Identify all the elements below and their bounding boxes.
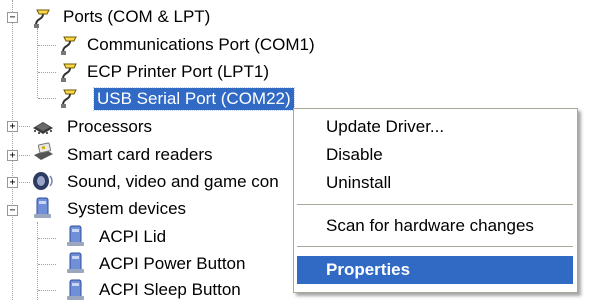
port-connector-icon [61, 63, 77, 82]
port-connector-icon [34, 9, 50, 28]
context-menu: Update Driver... Disable Uninstall Scan … [293, 108, 578, 293]
ports-label: Ports (COM & LPT) [63, 6, 211, 26]
tree-item-smart-card[interactable]: Smart card readers [64, 141, 216, 168]
menu-item-scan-hardware[interactable]: Scan for hardware changes [297, 212, 573, 240]
properties-label: Properties [326, 260, 411, 279]
tree-item-acpi-sleep-button[interactable]: ACPI Sleep Button [96, 276, 244, 303]
menu-item-properties[interactable]: Properties [297, 256, 573, 284]
tree-item-lpt1[interactable]: ECP Printer Port (LPT1) [84, 58, 272, 85]
tree-item-system-devices[interactable]: System devices [64, 195, 189, 222]
tree-branch [38, 45, 56, 46]
menu-separator [297, 204, 573, 205]
computer-device-icon [67, 279, 84, 300]
tree-item-ports[interactable]: Ports (COM & LPT) [60, 3, 213, 30]
acpi-power-label: ACPI Power Button [99, 253, 246, 273]
acpi-sleep-label: ACPI Sleep Button [99, 279, 241, 299]
port-connector-icon [61, 89, 77, 108]
expand-processors-button[interactable]: + [7, 121, 18, 132]
tree-item-sound[interactable]: Sound, video and game con [64, 168, 282, 195]
tree-item-acpi-power-button[interactable]: ACPI Power Button [96, 250, 248, 277]
tree-branch [38, 264, 56, 265]
tree-line-system [37, 222, 38, 300]
menu-item-disable[interactable]: Disable [297, 141, 573, 169]
processors-label: Processors [67, 116, 153, 136]
smart-card-label: Smart card readers [67, 144, 213, 164]
port-connector-icon [61, 36, 77, 55]
scan-label: Scan for hardware changes [326, 216, 534, 235]
menu-item-uninstall[interactable]: Uninstall [297, 169, 573, 197]
expand-sound-button[interactable]: + [7, 177, 18, 188]
expand-smart-card-button[interactable]: + [7, 150, 18, 161]
tree-item-com1[interactable]: Communications Port (COM1) [84, 31, 318, 58]
com1-label: Communications Port (COM1) [87, 34, 315, 54]
lpt1-label: ECP Printer Port (LPT1) [87, 61, 270, 81]
tree-branch [38, 98, 56, 99]
disable-label: Disable [326, 145, 383, 164]
smart-card-reader-icon [34, 142, 53, 160]
computer-device-icon [34, 197, 51, 218]
usb-serial-label: USB Serial Port (COM22) [93, 86, 295, 111]
tree-line-ports [37, 28, 38, 98]
computer-device-icon [67, 225, 84, 246]
computer-device-icon [67, 252, 84, 273]
processor-chip-icon [33, 122, 53, 134]
tree-item-usb-serial[interactable]: USB Serial Port (COM22) [93, 85, 295, 112]
acpi-lid-label: ACPI Lid [99, 226, 167, 246]
sound-label: Sound, video and game con [67, 171, 279, 191]
collapse-system-devices-button[interactable]: − [7, 205, 18, 216]
tree-branch [38, 72, 56, 73]
system-devices-label: System devices [67, 198, 187, 218]
update-driver-label: Update Driver... [326, 117, 445, 136]
menu-item-update-driver[interactable]: Update Driver... [297, 113, 573, 141]
menu-separator [297, 246, 573, 247]
uninstall-label: Uninstall [326, 173, 392, 192]
speaker-icon [33, 172, 53, 190]
tree-item-acpi-lid[interactable]: ACPI Lid [96, 223, 169, 250]
tree-item-processors[interactable]: Processors [64, 113, 155, 140]
tree-branch [38, 238, 56, 239]
tree-branch [38, 290, 56, 291]
collapse-ports-button[interactable]: − [7, 12, 18, 23]
